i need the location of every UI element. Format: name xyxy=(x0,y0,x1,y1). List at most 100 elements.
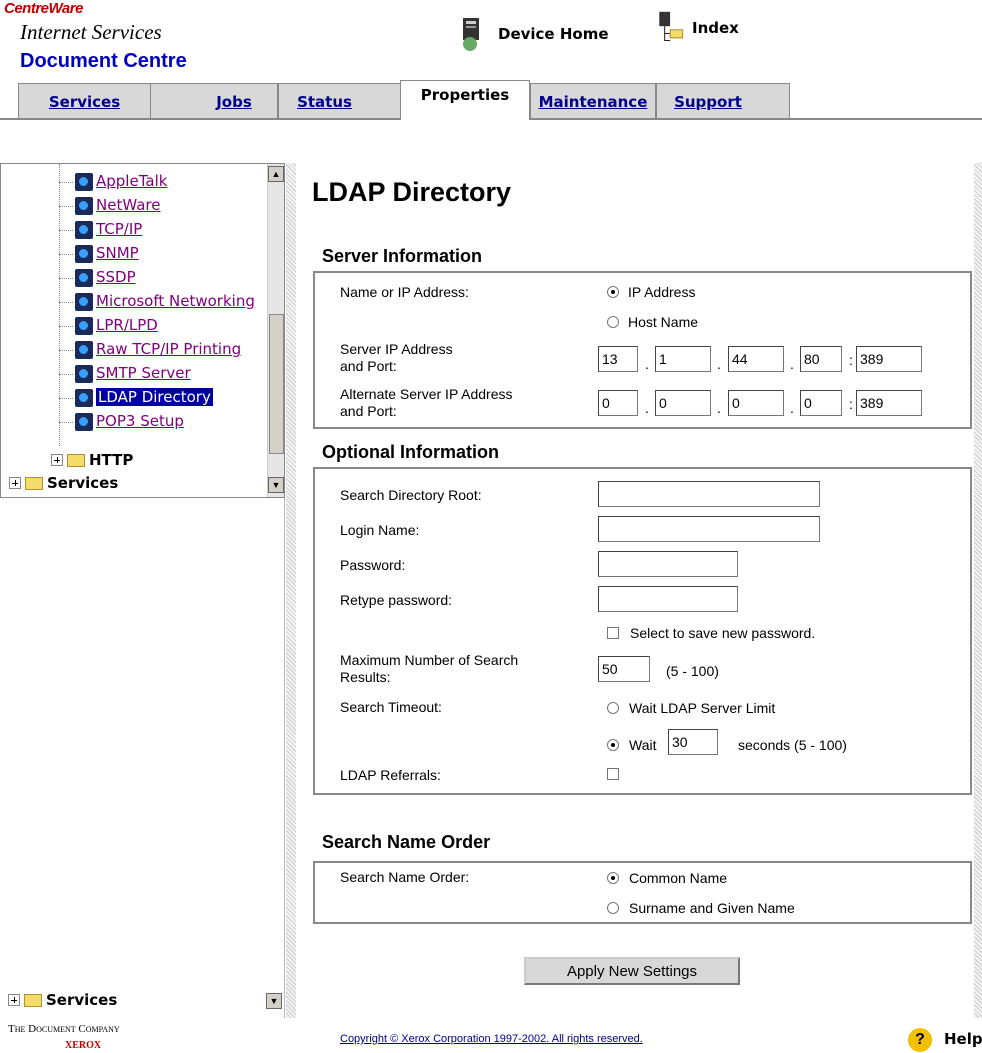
timeout-server-limit-radio[interactable] xyxy=(607,702,619,714)
tab-support-link[interactable]: Support xyxy=(674,93,742,111)
main-scrollbar[interactable] xyxy=(974,163,982,1018)
tab-support[interactable]: Support xyxy=(656,83,790,119)
scroll-down-icon[interactable]: ▼ xyxy=(266,993,282,1009)
timeout-wait-radio[interactable] xyxy=(607,739,619,751)
index-link[interactable]: Index xyxy=(656,10,739,46)
help-icon[interactable]: ? xyxy=(908,1028,932,1052)
timeout-server-limit-label: Wait LDAP Server Limit xyxy=(629,700,776,716)
brand-document-centre: Document Centre xyxy=(20,50,187,72)
tree-scrollbar[interactable]: ▲ ▼ xyxy=(267,164,284,497)
surname-given-radio[interactable] xyxy=(607,902,619,914)
tree-item-ldap-directory[interactable]: LDAP Directory xyxy=(96,388,213,406)
folder-icon xyxy=(24,993,42,1007)
password-input[interactable] xyxy=(598,551,738,577)
max-results-range: (5 - 100) xyxy=(666,663,719,679)
expand-icon[interactable] xyxy=(8,994,20,1006)
tab-properties[interactable]: Properties xyxy=(400,80,530,120)
tree-item-microsoft-networking[interactable]: Microsoft Networking xyxy=(96,292,255,310)
expand-icon[interactable] xyxy=(9,477,21,489)
copyright-link[interactable]: Copyright © Xerox Corporation 1997-2002.… xyxy=(340,1033,643,1045)
search-root-input[interactable] xyxy=(598,481,820,507)
page-title: LDAP Directory xyxy=(312,177,512,207)
alt-ip-octet-2[interactable]: 0 xyxy=(655,390,711,416)
tab-jobs-link[interactable]: Jobs xyxy=(216,93,252,111)
server-ip-octet-1[interactable]: 13 xyxy=(598,346,638,372)
index-label: Index xyxy=(692,19,739,37)
tab-services[interactable]: Services xyxy=(18,83,151,119)
tree-connector xyxy=(59,164,60,446)
surname-given-label: Surname and Given Name xyxy=(629,900,795,916)
footer-xerox-logo: XEROX xyxy=(65,1040,102,1051)
alt-port-input[interactable]: 389 xyxy=(856,390,922,416)
tree-node-icon xyxy=(75,389,93,407)
tree-node-icon xyxy=(75,413,93,431)
alt-ip-octet-3[interactable]: 0 xyxy=(728,390,784,416)
tree-item-appletalk[interactable]: AppleTalk xyxy=(96,172,167,190)
tree-item-snmp[interactable]: SNMP xyxy=(96,244,139,262)
tree-connector xyxy=(59,230,73,231)
tree-folder-services-label: Services xyxy=(47,474,119,492)
tab-maintenance[interactable]: Maintenance xyxy=(530,83,656,119)
tree-connector xyxy=(59,302,73,303)
scroll-up-icon[interactable]: ▲ xyxy=(268,166,284,182)
tab-services-link[interactable]: Services xyxy=(49,93,120,111)
tree-node-icon xyxy=(75,317,93,335)
nav-tree-lower: Services ▼ xyxy=(0,498,285,1018)
scroll-down-icon[interactable]: ▼ xyxy=(268,477,284,493)
host-name-radio[interactable] xyxy=(607,316,619,328)
tree-node-icon xyxy=(75,245,93,263)
save-password-checkbox[interactable] xyxy=(607,627,619,639)
login-name-label: Login Name: xyxy=(340,522,420,538)
max-results-input[interactable]: 50 xyxy=(598,656,650,682)
tab-status-link[interactable]: Status xyxy=(297,93,352,111)
device-home-link[interactable]: Device Home xyxy=(460,16,609,52)
login-name-input[interactable] xyxy=(598,516,820,542)
server-ip-octet-3[interactable]: 44 xyxy=(728,346,784,372)
ip-address-radio[interactable] xyxy=(607,286,619,298)
tree-folder-services[interactable]: Services xyxy=(9,474,118,492)
server-ip-octet-4[interactable]: 80 xyxy=(800,346,842,372)
tab-maintenance-link[interactable]: Maintenance xyxy=(539,93,648,111)
timeout-wait-label: Wait xyxy=(629,737,657,753)
tree-item-pop3-setup[interactable]: POP3 Setup xyxy=(96,412,184,430)
tree-connector xyxy=(59,326,73,327)
index-icon xyxy=(659,11,684,42)
scroll-thumb[interactable] xyxy=(269,314,284,454)
tree-connector xyxy=(59,278,73,279)
server-port-input[interactable]: 389 xyxy=(856,346,922,372)
ip-address-option-label: IP Address xyxy=(628,284,696,300)
frame-divider[interactable] xyxy=(286,163,296,1018)
tree-connector xyxy=(59,374,73,375)
retype-password-input[interactable] xyxy=(598,586,738,612)
ldap-referrals-checkbox[interactable] xyxy=(607,768,619,780)
section-optional-information: Optional Information xyxy=(322,442,499,462)
apply-settings-button[interactable]: Apply New Settings xyxy=(524,957,740,985)
timeout-seconds-input[interactable]: 30 xyxy=(668,729,718,755)
nav-tree: AppleTalk NetWare TCP/IP SNMP SSDP Microsoft … xyxy=(0,163,285,498)
tree-folder-http[interactable]: HTTP xyxy=(51,451,133,469)
server-ip-octet-2[interactable]: 1 xyxy=(655,346,711,372)
alt-ip-octet-4[interactable]: 0 xyxy=(800,390,842,416)
tree-folder-services-bottom[interactable]: Services xyxy=(8,991,117,1009)
separator: : xyxy=(849,352,853,368)
tree-item-netware[interactable]: NetWare xyxy=(96,196,160,214)
alt-ip-octet-1[interactable]: 0 xyxy=(598,390,638,416)
tab-jobs[interactable]: Jobs xyxy=(150,83,278,119)
tree-item-lpr-lpd[interactable]: LPR/LPD xyxy=(96,316,158,334)
tree-connector xyxy=(59,254,73,255)
tree-item-ssdp[interactable]: SSDP xyxy=(96,268,136,286)
device-home-label: Device Home xyxy=(498,25,609,43)
expand-icon[interactable] xyxy=(51,454,63,466)
tab-status[interactable]: Status xyxy=(278,83,401,119)
tab-properties-label: Properties xyxy=(420,85,510,104)
common-name-radio[interactable] xyxy=(607,872,619,884)
separator: . xyxy=(645,400,649,416)
tree-item-smtp-server[interactable]: SMTP Server xyxy=(96,364,191,382)
tree-item-raw-tcp-ip-printing[interactable]: Raw TCP/IP Printing xyxy=(96,340,241,358)
help-label[interactable]: Help xyxy=(944,1030,982,1048)
tree-node-icon xyxy=(75,365,93,383)
tree-node-icon xyxy=(75,341,93,359)
separator: . xyxy=(717,400,721,416)
tree-item-tcp-ip[interactable]: TCP/IP xyxy=(96,220,142,238)
section-server-information: Server Information xyxy=(322,246,483,266)
